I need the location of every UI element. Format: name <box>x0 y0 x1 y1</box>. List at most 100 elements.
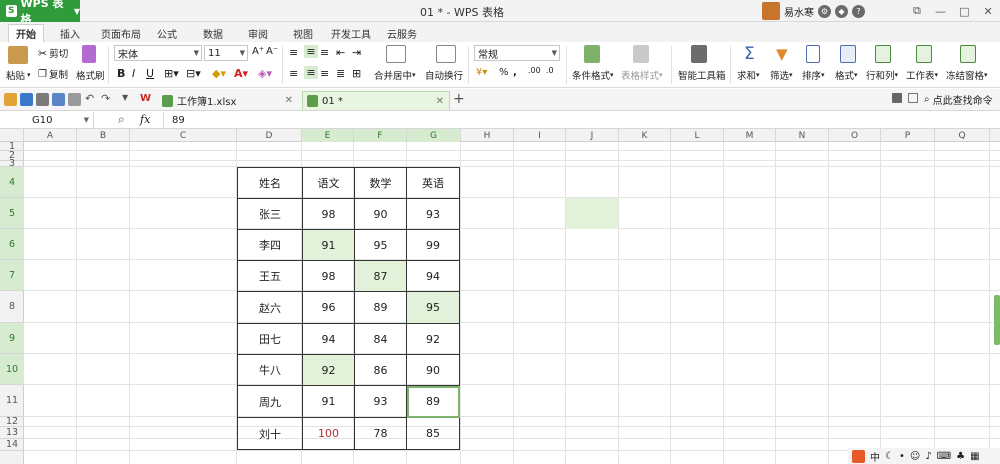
score-cell[interactable]: 93 <box>406 198 460 230</box>
font-name-select[interactable]: 宋体 ▼ <box>114 45 202 61</box>
tab-insert[interactable]: 插入 <box>52 24 88 42</box>
format-painter-button[interactable]: 格式刷 <box>76 68 105 82</box>
freeze-panes-button[interactable]: 冻结窗格 ▾ <box>946 68 988 82</box>
name-cell[interactable]: 赵六 <box>237 291 303 324</box>
score-cell[interactable]: 92 <box>406 323 460 355</box>
score-cell[interactable]: 96 <box>302 291 355 324</box>
clear-format-icon[interactable]: ◈▾ <box>258 67 272 80</box>
column-header-i[interactable]: I <box>514 129 566 142</box>
filter-icon[interactable]: ▼ <box>776 45 788 63</box>
zoom-search-icon[interactable]: ⌕ <box>118 112 125 127</box>
score-cell[interactable]: 95 <box>406 291 460 324</box>
score-cell[interactable]: 92 <box>302 354 355 386</box>
close-icon[interactable]: ✕ <box>436 96 444 107</box>
user-name[interactable]: 易水寒 <box>784 4 814 19</box>
close-icon[interactable]: ✕ <box>976 0 1000 22</box>
percent-icon[interactable]: % <box>499 67 509 78</box>
score-cell[interactable]: 90 <box>354 198 407 230</box>
filter-button[interactable]: 筛选 ▾ <box>770 68 793 82</box>
restore-icon[interactable]: ⧉ <box>905 0 929 22</box>
currency-icon[interactable]: ¥▾ <box>476 67 487 78</box>
shrink-font-icon[interactable]: A⁻ <box>266 46 278 57</box>
column-header-m[interactable]: M <box>724 129 776 142</box>
format-button[interactable]: 格式 ▾ <box>835 68 858 82</box>
table-header-cell[interactable]: 英语 <box>406 167 460 199</box>
decrease-decimal-icon[interactable]: .0 <box>546 66 554 75</box>
align-top-icon[interactable]: ≡ <box>289 46 298 59</box>
skin-icon[interactable]: ◆ <box>835 4 848 18</box>
conditional-format-icon[interactable] <box>584 45 600 63</box>
column-header-a[interactable]: A <box>24 129 77 142</box>
score-cell[interactable]: 95 <box>354 229 407 261</box>
open-icon[interactable] <box>4 93 17 106</box>
table-header-cell[interactable]: 数学 <box>354 167 407 199</box>
microphone-icon[interactable]: ♪ <box>925 451 931 462</box>
table-style-button[interactable]: 表格样式 ▾ <box>621 68 663 82</box>
increase-decimal-icon[interactable]: .00 <box>528 66 541 75</box>
row-header-10[interactable]: 10 <box>0 354 24 385</box>
align-bottom-icon[interactable]: ≡ <box>320 46 329 59</box>
row-header-12[interactable]: 12 <box>0 416 24 427</box>
tab-view[interactable]: 视图 <box>288 24 318 42</box>
redo-icon[interactable]: ↷ <box>101 92 110 105</box>
column-header-n[interactable]: N <box>776 129 829 142</box>
maximize-icon[interactable]: □ <box>953 0 977 22</box>
borders-icon[interactable]: ⊞▾ <box>164 67 179 80</box>
column-header-o[interactable]: O <box>829 129 881 142</box>
row-header-5[interactable]: 5 <box>0 198 24 229</box>
score-cell[interactable]: 89 <box>406 385 460 418</box>
feedback-icon[interactable]: ? <box>852 4 865 18</box>
column-header-f[interactable]: F <box>354 129 407 142</box>
copy-button[interactable]: ❐ 复制 <box>38 67 68 82</box>
thousands-icon[interactable]: , <box>513 67 517 78</box>
freeze-panes-icon[interactable] <box>960 45 976 63</box>
column-header-e[interactable]: E <box>302 129 354 142</box>
tab-cloud[interactable]: 云服务 <box>384 24 420 42</box>
wps-office-icon[interactable]: W <box>140 93 151 104</box>
column-header-q[interactable]: Q <box>935 129 990 142</box>
name-cell[interactable]: 牛八 <box>237 354 303 386</box>
rows-cols-button[interactable]: 行和列 ▾ <box>866 68 898 82</box>
paste-button[interactable]: 粘贴 ▾ <box>6 68 31 82</box>
score-cell[interactable]: 91 <box>302 385 355 418</box>
row-header-14[interactable]: 14 <box>0 439 24 451</box>
tab-developer[interactable]: 开发工具 <box>328 24 374 42</box>
sum-icon[interactable]: Σ <box>744 44 755 64</box>
column-header-l[interactable]: L <box>671 129 724 142</box>
column-header-b[interactable]: B <box>77 129 130 142</box>
sort-icon[interactable] <box>806 45 820 63</box>
spreadsheet-grid[interactable]: ABCDEFGHIJKLMNOPQ 1 2 3 4 5 6 7 8 9 10 11 12 13 14 <box>0 129 1000 464</box>
doc-tab-workbook1[interactable]: 工作簿1.xlsx ✕ <box>158 91 298 110</box>
underline-icon[interactable]: U <box>146 67 154 80</box>
print-icon[interactable] <box>52 93 65 106</box>
keyboard-icon[interactable]: ⌨ <box>937 451 951 462</box>
score-cell[interactable]: 94 <box>302 323 355 355</box>
settings-icon[interactable]: ⚙ <box>818 4 831 18</box>
table-header-cell[interactable]: 语文 <box>302 167 355 199</box>
formula-input[interactable]: 89 <box>163 112 1000 128</box>
avatar[interactable] <box>762 2 780 20</box>
cut-button[interactable]: ✂ 剪切 <box>38 46 68 61</box>
row-header-9[interactable]: 9 <box>0 323 24 354</box>
indent-decrease-icon[interactable]: ⇤ <box>336 46 345 59</box>
format-painter-icon[interactable] <box>82 45 96 63</box>
close-icon[interactable]: ✕ <box>285 95 293 106</box>
score-cell[interactable]: 93 <box>354 385 407 418</box>
skin-icon[interactable]: ♣ <box>956 451 965 462</box>
score-cell[interactable]: 100 <box>302 417 355 450</box>
wrap-text-button[interactable]: 自动换行 <box>425 68 463 82</box>
doc-tab-01[interactable]: 01 * ✕ <box>302 91 450 110</box>
print-preview-icon[interactable] <box>68 93 81 106</box>
score-cell[interactable]: 85 <box>406 417 460 450</box>
align-middle-icon[interactable]: ≡ <box>304 45 318 58</box>
column-header-h[interactable]: H <box>461 129 514 142</box>
tab-data[interactable]: 数据 <box>198 24 228 42</box>
name-box[interactable]: G10 ▼ <box>0 112 94 128</box>
wrap-text-icon[interactable] <box>436 45 456 63</box>
tab-list-icon[interactable] <box>908 93 918 103</box>
find-command-box[interactable]: ⌕ 点此查找命令 <box>924 92 993 107</box>
score-cell[interactable]: 98 <box>302 260 355 292</box>
rows-cols-icon[interactable] <box>875 45 891 63</box>
customize-dropdown-icon[interactable]: ▼ <box>122 93 128 102</box>
collapse-ribbon-icon[interactable] <box>892 93 902 103</box>
